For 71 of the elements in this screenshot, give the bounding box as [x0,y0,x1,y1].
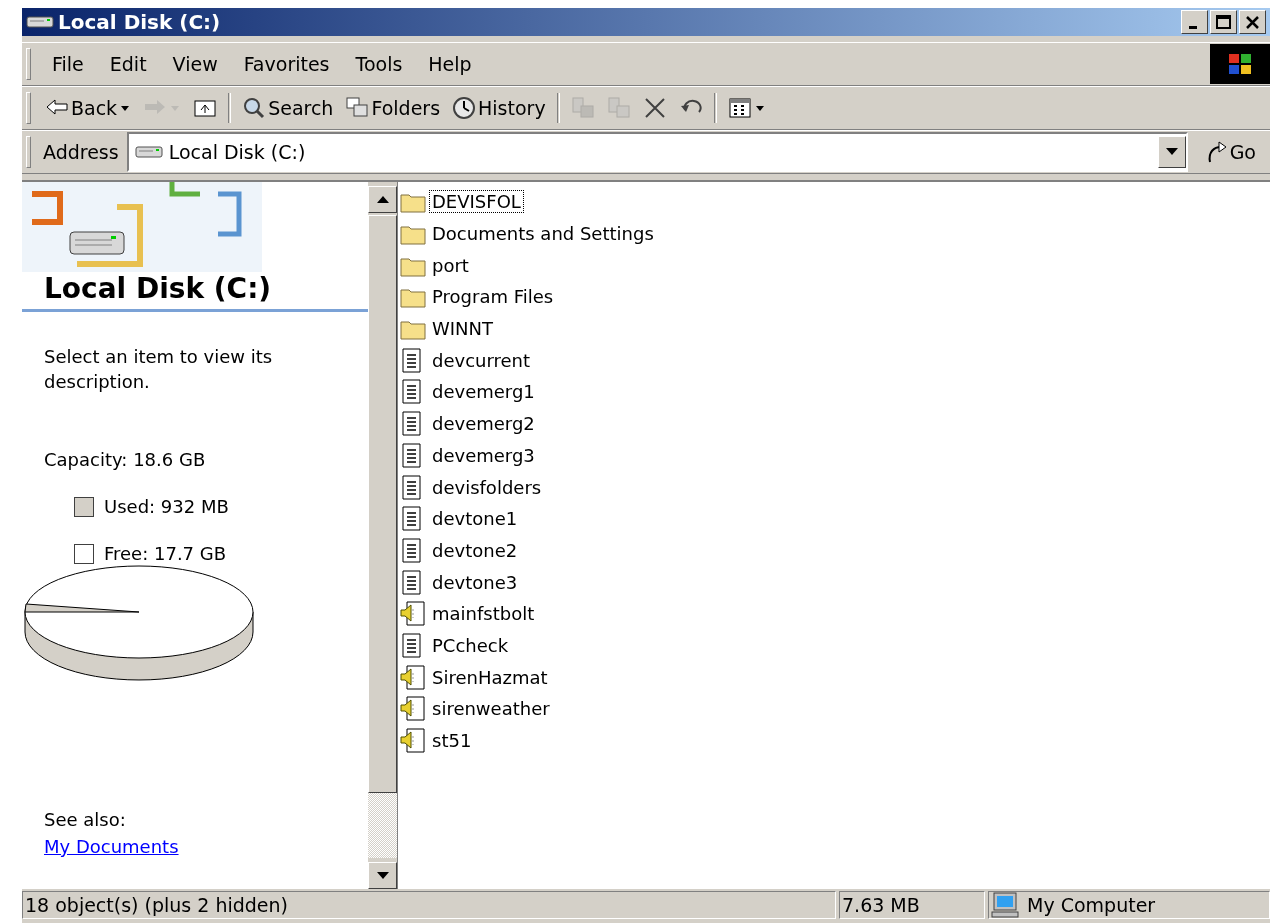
see-also-label: See also: [44,809,127,830]
flag-icon [1227,51,1253,77]
file-name[interactable]: devemerg1 [429,380,538,404]
file-name[interactable]: devisfolders [429,475,545,499]
file-name[interactable]: mainfstbolt [429,602,538,626]
file-name[interactable]: Documents and Settings [429,222,657,246]
minimize-icon [1188,25,1197,29]
legend-label: Free: 17.7 GB [104,543,227,564]
folders-icon [345,96,370,120]
file-name[interactable]: port [429,253,472,277]
down-arrow-icon [376,871,389,880]
size-text: 7.63 MB [839,891,985,919]
description-text: Select an item to view its description. [44,345,274,394]
caret-icon [1165,148,1178,156]
file-name[interactable]: devemerg2 [429,412,538,436]
drive-icon [26,14,54,30]
speaker-document-icon [400,664,426,690]
speaker-document-icon [400,728,426,754]
file-name[interactable]: st51 [429,729,475,753]
folders-button[interactable]: Folders [339,91,447,125]
go-button[interactable]: Go [1191,140,1270,164]
maximize-button[interactable] [1210,10,1237,34]
close-button[interactable] [1239,10,1266,34]
move-to-icon [570,96,595,120]
file-name[interactable]: Program Files [429,285,557,309]
view-grid-icon [727,96,752,120]
menu-item[interactable]: Tools [342,53,416,75]
scroll-down-button[interactable] [368,862,397,889]
computer-icon [991,892,1019,918]
scroll-thumb[interactable] [368,215,397,793]
history-button[interactable]: History [446,91,552,125]
zone-label: My Computer [1027,894,1156,916]
object-count-text: 18 object(s) (plus 2 hidden) [22,891,836,919]
file-name[interactable]: DEVISFOL [429,190,524,214]
up-arrow-icon [376,195,389,204]
speaker-document-icon [400,696,426,722]
file-name[interactable]: WINNT [429,317,497,341]
scrollbar[interactable] [368,182,397,889]
maximize-icon [1215,14,1232,30]
legend-label: Used: 932 MB [104,496,229,517]
dropdown-button[interactable] [1157,136,1186,168]
back-button[interactable]: Back [39,91,138,125]
file-name[interactable]: devtone3 [429,570,521,594]
close-icon [1244,14,1261,30]
delete-icon [642,96,667,120]
menu-item[interactable]: Help [415,53,485,75]
copy-to-icon [606,96,631,120]
drive-icon [134,144,163,160]
minimize-button[interactable] [1181,10,1208,34]
file-name[interactable]: sirenweather [429,697,553,721]
clock-icon [452,96,477,120]
capacity-text: Capacity: 18.6 GB [44,449,207,470]
menu-item[interactable]: File [39,53,97,75]
menu-item[interactable]: Edit [96,53,160,75]
file-name[interactable]: PCcheck [429,633,512,657]
menu-item[interactable]: View [159,53,231,75]
search-icon [242,96,267,120]
address-field[interactable]: Local Disk (C:) [126,132,1188,172]
drive-title: Local Disk (C:) [43,272,273,307]
file-name[interactable]: devemerg3 [429,443,538,467]
file-name[interactable]: SirenHazmat [429,665,551,689]
search-button[interactable]: Search [236,91,340,125]
window-title: Local Disk (C:) [58,10,222,34]
file-name[interactable]: devtone1 [429,507,521,531]
my-documents-link[interactable]: My Documents [44,836,368,857]
menu-item[interactable]: Favorites [230,53,343,75]
speaker-document-icon [400,601,426,627]
scroll-up-button[interactable] [368,186,397,213]
file-name[interactable]: devcurrent [429,348,534,372]
file-name[interactable]: devtone2 [429,538,521,562]
address-label: Address [43,141,120,163]
